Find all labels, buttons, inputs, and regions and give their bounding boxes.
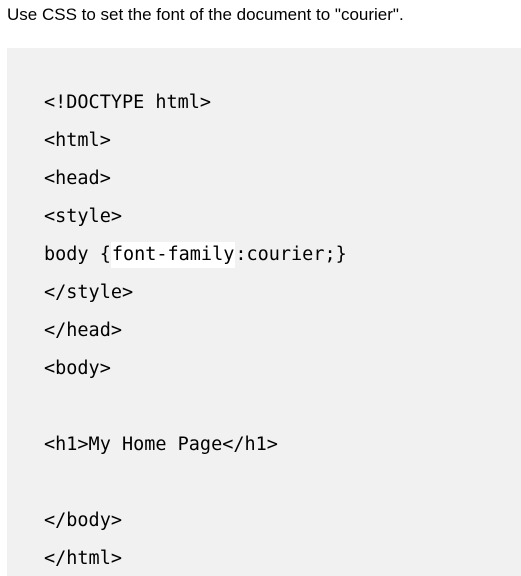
code-line-body-rule: body {font-family:courier;} <box>44 236 347 274</box>
exercise-instruction: Use CSS to set the font of the document … <box>7 5 404 24</box>
code-line-head-open: <head> <box>44 168 111 189</box>
body-rule-suffix: :courier;} <box>235 244 347 265</box>
font-family-answer-input[interactable]: font-family <box>110 242 236 268</box>
code-line-html-close: </html> <box>44 548 122 569</box>
code-line-head-close: </head> <box>44 320 122 341</box>
code-line-h1: <h1>My Home Page</h1> <box>44 434 278 455</box>
code-line-style-open: <style> <box>44 206 122 227</box>
code-line-html-open: <html> <box>44 130 111 151</box>
code-line-doctype: <!DOCTYPE html> <box>44 92 212 113</box>
code-line-body-open: <body> <box>44 358 111 379</box>
code-line-body-close: </body> <box>44 510 122 531</box>
exercise-page: Use CSS to set the font of the document … <box>0 0 521 576</box>
code-block: <!DOCTYPE html> <html> <head> <style> bo… <box>44 48 347 569</box>
body-rule-prefix: body { <box>44 244 111 265</box>
code-line-style-close: </style> <box>44 282 134 303</box>
code-editor-panel: <!DOCTYPE html> <html> <head> <style> bo… <box>7 48 521 576</box>
